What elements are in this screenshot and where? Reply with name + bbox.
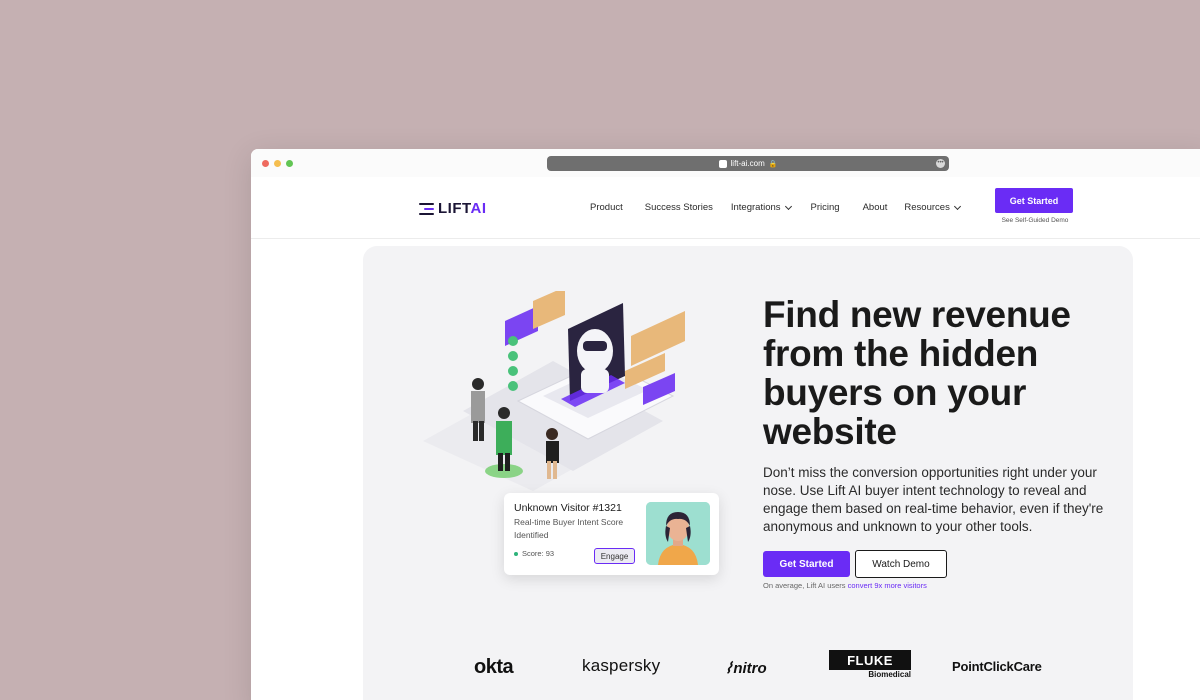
visitor-avatar [646,502,710,565]
visitor-score-label: Score: 93 [522,549,555,558]
lock-icon: 🔒 [768,160,778,168]
hero-subtext: Don’t miss the conversion opportunities … [763,465,1104,534]
site-header: LIFTAI Product Success Stories Integrati… [251,177,1200,239]
fluke-biomedical-logo: FLUKE Biomedical [829,650,913,683]
logo-text-accent: AI [470,200,487,217]
customer-logos: okta kaspersky ⌇nitro FLUKE Biomedical P… [363,648,1133,688]
visitor-score: Score: 93 [514,549,554,558]
chevron-down-icon [953,202,961,210]
address-bar[interactable]: lift-ai.com 🔒 ••• [547,156,949,171]
address-bar-url: lift-ai.com [730,159,765,168]
nav-pricing[interactable]: Pricing [811,202,840,213]
hero-illustration [423,291,685,491]
nitro-logo: ⌇nitro [723,660,767,677]
pointclickcare-logo: PointClickCare [952,659,1042,674]
engage-button[interactable]: Engage [594,548,635,564]
hero-section: Unknown Visitor #1321 Real-time Buyer In… [363,246,1133,700]
maximize-window-button[interactable] [286,160,293,167]
okta-logo: okta [474,656,514,678]
nav-success-stories[interactable]: Success Stories [645,202,713,213]
logo-mark-icon [419,202,434,215]
watch-demo-button[interactable]: Watch Demo [855,550,947,578]
main-nav: Product Success Stories Integrations Pri… [590,202,961,213]
visitor-card: Unknown Visitor #1321 Real-time Buyer In… [504,493,719,575]
self-guided-demo-link[interactable]: See Self-Guided Demo [997,217,1073,224]
visitor-card-title: Unknown Visitor #1321 [514,502,622,514]
lift-ai-logo[interactable]: LIFTAI [419,200,487,217]
chevron-down-icon [784,202,792,210]
nav-integrations[interactable]: Integrations [731,202,792,213]
hero-headline: Find new revenue from the hidden buyers … [763,294,1071,452]
nav-product[interactable]: Product [590,202,623,213]
get-started-button[interactable]: Get Started [763,551,850,577]
nav-resources[interactable]: Resources [904,202,961,213]
logo-text: LIFT [438,200,471,217]
browser-window: lift-ai.com 🔒 ••• LIFTAI Product Success… [251,149,1200,700]
close-window-button[interactable] [262,160,269,167]
hero-footnote: On average, Lift AI users convert 9x mor… [763,581,927,590]
minimize-window-button[interactable] [274,160,281,167]
visitor-card-description: Real-time Buyer Intent Score Identified [514,517,624,540]
nav-about[interactable]: About [863,202,888,213]
more-options-icon[interactable]: ••• [936,159,945,168]
kaspersky-logo: kaspersky [582,656,661,675]
status-dot-icon [514,551,518,556]
header-get-started-button[interactable]: Get Started [995,188,1073,213]
convert-more-link[interactable]: convert 9x more visitors [848,581,927,590]
footnote-text: On average, Lift AI users [763,581,846,590]
site-favicon-icon [718,159,727,168]
browser-titlebar: lift-ai.com 🔒 ••• [251,149,1200,177]
